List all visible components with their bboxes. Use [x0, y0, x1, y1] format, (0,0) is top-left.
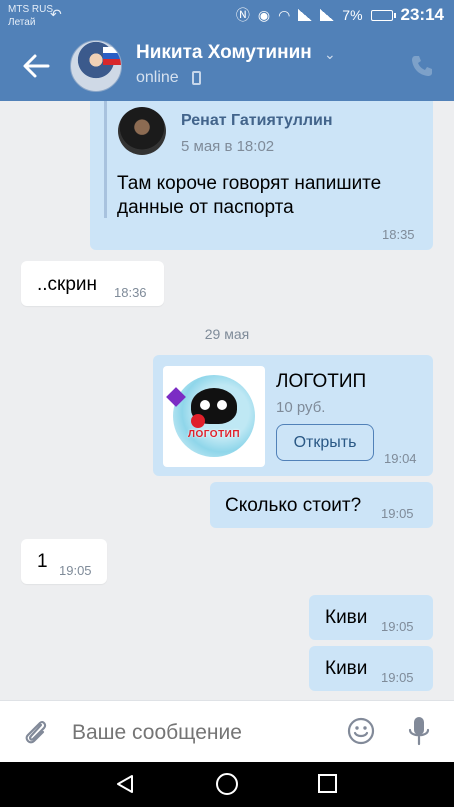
- message-text: Киви: [325, 607, 368, 628]
- back-arrow-icon[interactable]: [22, 52, 50, 80]
- top-bar: MTS RUS Летай ↶ Ⓝ ◉ ◠ 7% 23:14 Никита Хо…: [0, 0, 454, 101]
- signal-icon: [298, 9, 313, 21]
- message-text: 1: [37, 551, 48, 572]
- product-title[interactable]: ЛОГОТИП: [276, 371, 366, 393]
- forward-quote-bar: [104, 101, 107, 218]
- wifi-icon: ◠: [278, 6, 291, 23]
- smile-icon[interactable]: [347, 717, 375, 745]
- carrier-name: MTS RUS: [8, 4, 53, 15]
- paperclip-icon[interactable]: [22, 717, 50, 747]
- message-text-line: Там короче говорят напишите: [117, 173, 382, 194]
- system-nav-bar: [0, 762, 454, 807]
- battery-icon: [370, 9, 396, 21]
- day-separator: 29 мая: [204, 326, 250, 342]
- battery-percent: 7%: [342, 7, 363, 23]
- carrier-info: MTS RUS Летай: [8, 3, 53, 29]
- logo-label: ЛОГОТИП: [187, 429, 241, 440]
- clock: 23:14: [400, 5, 444, 24]
- status-bar: MTS RUS Летай ↶ Ⓝ ◉ ◠ 7% 23:14: [0, 0, 454, 32]
- microphone-icon[interactable]: [406, 715, 432, 747]
- phone-icon[interactable]: [410, 54, 434, 78]
- message-text-line: данные от паспорта: [117, 197, 294, 218]
- product-price: 10 руб.: [276, 399, 326, 416]
- signal-icon-2: [320, 9, 335, 21]
- quoted-date: 5 мая в 18:02: [181, 138, 275, 155]
- nav-back-icon[interactable]: [115, 774, 135, 794]
- nav-home-icon[interactable]: [216, 773, 238, 795]
- message-time: 19:05: [381, 619, 414, 634]
- open-product-button[interactable]: Открыть: [276, 424, 374, 461]
- message-text: ..скрин: [37, 274, 98, 295]
- message-time: 18:35: [382, 227, 415, 242]
- flag-icon: [103, 47, 121, 65]
- chevron-down-icon[interactable]: ⌄: [324, 46, 336, 63]
- message-time: 19:04: [384, 451, 417, 466]
- quoted-author-name[interactable]: Ренат Гатиятуллин: [181, 112, 333, 130]
- contact-name[interactable]: Никита Хомутинин: [136, 42, 312, 64]
- message-time: 19:05: [381, 506, 414, 521]
- chat-area[interactable]: Ренат Гатиятуллин 5 мая в 18:02 Там коро…: [0, 101, 454, 699]
- nav-recents-icon[interactable]: [318, 774, 337, 793]
- eye-icon: ◉: [257, 6, 271, 23]
- quoted-author-avatar[interactable]: [118, 107, 166, 155]
- status-back-icon: ↶: [50, 6, 62, 22]
- message-text: Там короче говорят напишите данные от па…: [117, 172, 381, 220]
- message-input[interactable]: [72, 721, 332, 745]
- contact-status: online: [136, 69, 179, 86]
- message-time: 19:05: [381, 670, 414, 685]
- carrier-slogan: Летай: [8, 17, 36, 28]
- mobile-device-icon: [192, 71, 201, 85]
- status-icons: Ⓝ ◉ ◠ 7% 23:14: [236, 5, 444, 25]
- nfc-icon: Ⓝ: [235, 7, 250, 23]
- product-thumbnail[interactable]: ЛОГОТИП: [163, 366, 265, 467]
- message-text: Киви: [325, 658, 368, 679]
- message-time: 19:05: [59, 563, 92, 578]
- contact-avatar[interactable]: [70, 40, 122, 92]
- message-text: Сколько стоит?: [225, 495, 362, 516]
- message-time: 18:36: [114, 285, 147, 300]
- message-composer: [0, 700, 454, 762]
- heart-icon: [191, 414, 205, 428]
